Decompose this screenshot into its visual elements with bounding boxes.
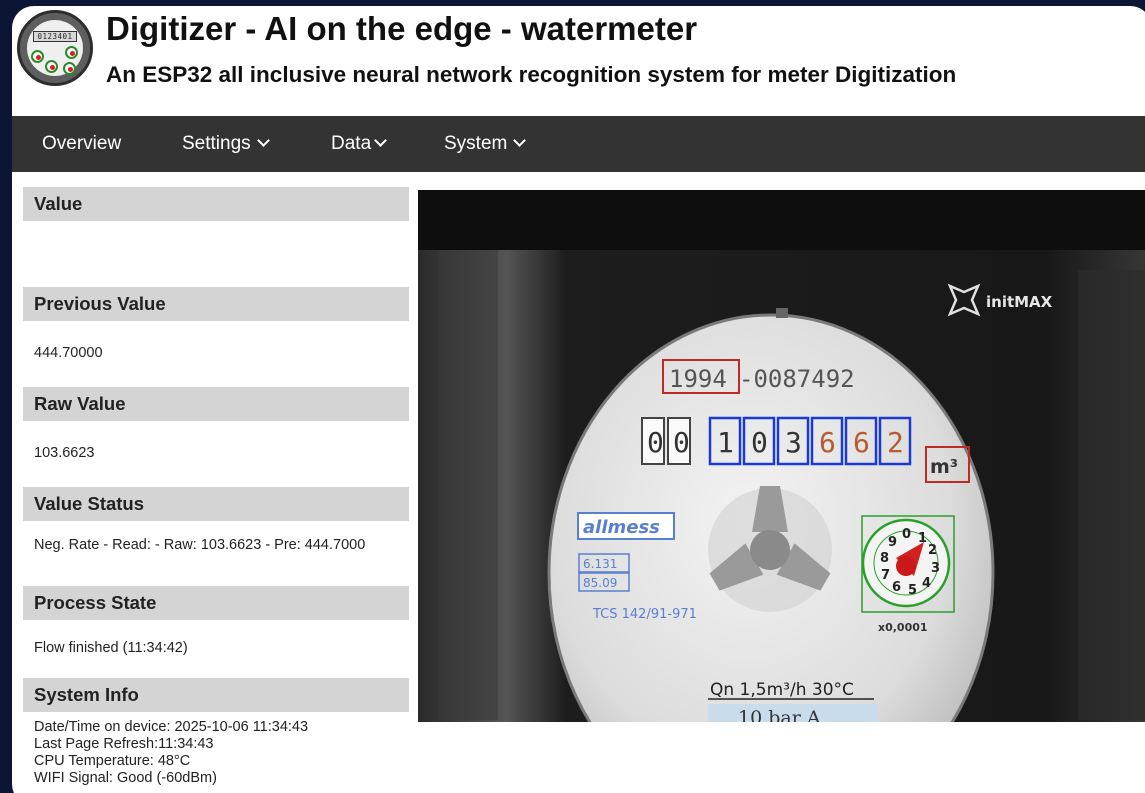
dial-number: 3 — [931, 561, 940, 576]
nav-label: System — [444, 133, 508, 154]
meter-photo: initMAX 1994 -0087492 0 0 1 0 3 6 6 2 m³… — [418, 190, 1145, 722]
dial-number: 0 — [902, 527, 911, 542]
logo-dial-icon — [65, 46, 78, 59]
value-status-heading: Value Status — [23, 487, 409, 521]
chevron-down-icon — [374, 134, 388, 147]
dial-hub — [896, 556, 916, 576]
meter-notch — [776, 308, 788, 318]
nav-label: Overview — [42, 133, 122, 154]
maker-name: allmess — [583, 517, 660, 538]
dial-number: 9 — [888, 535, 897, 550]
page-title: Digitizer - AI on the edge - watermeter — [106, 10, 698, 47]
logo-dial-icon — [45, 60, 58, 73]
nav-settings[interactable]: Settings — [182, 116, 270, 172]
app-logo: 0123401 — [17, 10, 93, 86]
system-info-datetime: Date/Time on device: 2025-10-06 11:34:43 — [34, 719, 309, 735]
raw-value-heading: Raw Value — [23, 387, 409, 421]
serial-prefix: 1994 — [669, 365, 727, 393]
logo-meter-face: 0123401 — [27, 20, 83, 76]
system-info-list: Date/Time on device: 2025-10-06 11:34:43… — [34, 719, 404, 787]
previous-value-heading: Previous Value — [23, 287, 409, 321]
system-info-wifi: WIFI Signal: Good (-60dBm) — [34, 770, 217, 786]
certification-text: TCS 142/91-971 — [592, 607, 697, 622]
digit-wheel: 0 — [751, 426, 768, 459]
nav-system[interactable]: System — [444, 116, 527, 172]
approval-label-1: 6.131 — [583, 557, 617, 571]
photo-left-wall — [438, 250, 498, 720]
camera-image: initMAX 1994 -0087492 0 0 1 0 3 6 6 2 m³… — [418, 190, 1145, 722]
nav-label: Settings — [182, 133, 251, 154]
digit-wheel: 1 — [717, 426, 734, 459]
dial-number: 7 — [881, 568, 890, 583]
page-subtitle: An ESP32 all inclusive neural network re… — [106, 62, 957, 87]
chevron-down-icon — [256, 134, 270, 147]
photo-top-shadow — [418, 190, 1145, 250]
serial-suffix: -0087492 — [739, 365, 855, 393]
system-info-refresh: Last Page Refresh:11:34:43 — [34, 736, 214, 752]
digit-wheel: 3 — [785, 426, 802, 459]
dial-number: 6 — [892, 580, 901, 595]
dial-multiplier: x0,0001 — [878, 621, 928, 634]
raw-value-text: 103.6623 — [34, 445, 95, 461]
dial-number: 5 — [908, 583, 917, 598]
value-heading: Value — [23, 187, 409, 221]
digit-wheel: 6 — [853, 426, 870, 459]
previous-value-text: 444.70000 — [34, 345, 103, 361]
system-info-heading: System Info — [23, 678, 409, 712]
nav-data[interactable]: Data — [331, 116, 388, 172]
logo-dial-icon — [31, 50, 44, 63]
nav-label: Data — [331, 133, 372, 154]
dial-number: 4 — [922, 576, 931, 591]
digit-wheel: 6 — [819, 426, 836, 459]
main-navigation: Overview Settings Data System — [12, 116, 1145, 172]
unit-text: m³ — [930, 456, 958, 478]
digit-wheel: 0 — [647, 426, 664, 459]
digit-wheel: 2 — [887, 426, 904, 459]
app-frame: 0123401 Digitizer - AI on the edge - wat… — [12, 6, 1145, 793]
value-status-text: Neg. Rate - Read: - Raw: 103.6623 - Pre:… — [34, 537, 366, 553]
logo-digits: 0123401 — [33, 31, 77, 42]
pressure-rating: 10 bar A — [738, 707, 821, 722]
flow-rating: Qn 1,5m³/h 30°C — [710, 680, 854, 700]
digit-wheel: 0 — [673, 426, 690, 459]
brand-text: initMAX — [986, 293, 1053, 311]
header: 0123401 Digitizer - AI on the edge - wat… — [12, 6, 1145, 116]
approval-label-2: 85.09 — [583, 576, 617, 590]
nav-overview[interactable]: Overview — [42, 116, 121, 172]
process-state-heading: Process State — [23, 586, 409, 620]
photo-right-wall — [1078, 270, 1145, 720]
logo-dial-icon — [63, 62, 76, 75]
dial-number: 8 — [880, 551, 889, 566]
dial-number: 2 — [928, 543, 937, 558]
system-info-cpu-temp: CPU Temperature: 48°C — [34, 753, 191, 769]
process-state-text: Flow finished (11:34:42) — [34, 640, 188, 656]
chevron-down-icon — [513, 134, 527, 147]
